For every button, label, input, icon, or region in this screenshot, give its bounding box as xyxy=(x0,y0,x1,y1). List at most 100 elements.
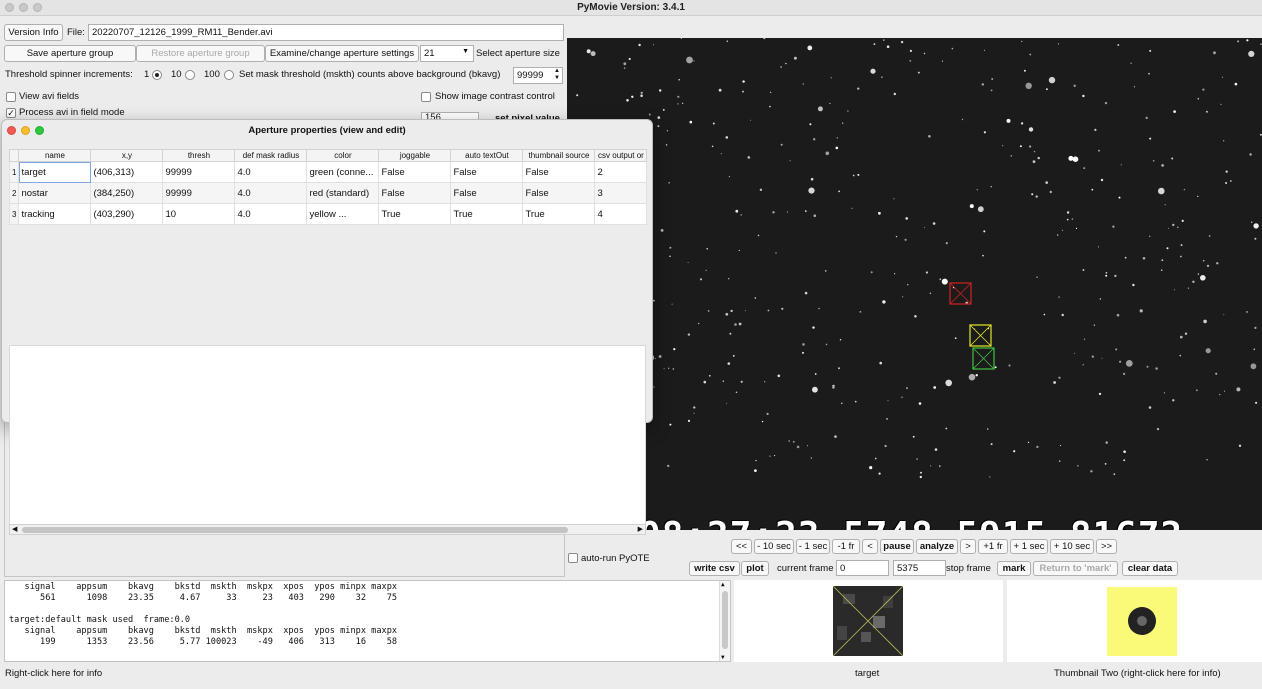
plot-button[interactable]: plot xyxy=(741,561,769,576)
table-row[interactable]: 2 nostar (384,250) 99999 4.0 red (standa… xyxy=(8,182,648,204)
cell-csv-output[interactable]: 3 xyxy=(594,182,648,204)
table-horizontal-scrollbar[interactable]: ◀ ▶ xyxy=(9,524,646,535)
mark-button[interactable]: mark xyxy=(997,561,1031,576)
clear-data-button[interactable]: clear data xyxy=(1122,561,1178,576)
column-header-name[interactable]: name xyxy=(18,149,92,162)
cell-xy[interactable]: (406,313) xyxy=(90,161,164,183)
aperture-box-nostar[interactable] xyxy=(949,282,972,305)
aperture-box-tracking[interactable] xyxy=(969,324,992,347)
increment-1-radio[interactable] xyxy=(152,70,162,80)
cell-joggable[interactable]: False xyxy=(378,161,452,183)
cell-mask-radius[interactable]: 4.0 xyxy=(234,161,308,183)
forward-10-sec-button[interactable]: + 10 sec xyxy=(1050,539,1094,554)
image-contrast-checkbox[interactable] xyxy=(421,92,431,102)
cell-joggable[interactable]: False xyxy=(378,182,452,204)
cell-auto-textout[interactable]: False xyxy=(450,161,524,183)
cell-thresh[interactable]: 10 xyxy=(162,203,236,225)
cell-thumbnail-source[interactable]: False xyxy=(522,182,596,204)
log-scrollbar[interactable]: ▲ ▼ xyxy=(719,581,730,661)
cell-csv-output[interactable]: 2 xyxy=(594,161,648,183)
cell-thresh[interactable]: 99999 xyxy=(162,161,236,183)
increment-10-radio[interactable] xyxy=(185,70,195,80)
cell-thumbnail-source[interactable]: True xyxy=(522,203,596,225)
restore-aperture-group-button[interactable]: Restore aperture group xyxy=(136,45,265,62)
cell-name[interactable]: target xyxy=(18,161,92,183)
examine-aperture-settings-button[interactable]: Examine/change aperture settings xyxy=(265,45,419,62)
cell-name[interactable]: tracking xyxy=(18,203,92,225)
rewind-start-button[interactable]: << xyxy=(731,539,752,554)
cell-thresh[interactable]: 99999 xyxy=(162,182,236,204)
cell-mask-radius[interactable]: 4.0 xyxy=(234,203,308,225)
analyze-button[interactable]: analyze xyxy=(916,539,958,554)
video-timestamp-overlay: F8 08:27:23 5748 5915 81672 xyxy=(571,515,1183,530)
column-header-mask-radius[interactable]: def mask radius xyxy=(234,149,308,162)
version-info-button[interactable]: Version Info xyxy=(4,24,63,41)
scroll-down-icon[interactable]: ▼ xyxy=(721,654,725,661)
row-number-header xyxy=(8,149,20,162)
scroll-left-icon[interactable]: ◀ xyxy=(12,525,17,533)
column-header-thresh[interactable]: thresh xyxy=(162,149,236,162)
step-forward-button[interactable]: > xyxy=(960,539,976,554)
app-title: PyMovie Version: 3.4.1 xyxy=(577,2,685,13)
cell-auto-textout[interactable]: False xyxy=(450,182,524,204)
cell-color[interactable]: yellow ... xyxy=(306,203,380,225)
aperture-size-select[interactable]: 21 ▼ xyxy=(420,45,474,62)
column-header-color[interactable]: color xyxy=(306,149,380,162)
cell-color[interactable]: red (standard) xyxy=(306,182,380,204)
chevron-down-icon: ▼ xyxy=(462,48,469,55)
cell-csv-output[interactable]: 4 xyxy=(594,203,648,225)
video-frame[interactable]: F8 08:27:23 5748 5915 81672 xyxy=(567,38,1262,530)
table-row[interactable]: 1 target (406,313) 99999 4.0 green (conn… xyxy=(8,161,648,183)
column-header-joggable[interactable]: joggable xyxy=(378,149,452,162)
thumbnail-one-panel[interactable] xyxy=(734,580,1003,662)
file-label: File: xyxy=(67,27,85,38)
cell-joggable[interactable]: True xyxy=(378,203,452,225)
cell-auto-textout[interactable]: True xyxy=(450,203,524,225)
auto-run-pyote-checkbox[interactable] xyxy=(568,553,578,563)
log-output-panel[interactable]: signal appsum bkavg bkstd mskth mskpx xp… xyxy=(4,580,731,662)
column-header-thumbnail-source[interactable]: thumbnail source xyxy=(522,149,596,162)
save-aperture-group-button[interactable]: Save aperture group xyxy=(4,45,136,62)
back-1-frame-button[interactable]: -1 fr xyxy=(832,539,860,554)
cell-name[interactable]: nostar xyxy=(18,182,92,204)
scroll-up-icon[interactable]: ▲ xyxy=(721,581,725,588)
cell-thumbnail-source[interactable]: False xyxy=(522,161,596,183)
file-name-field[interactable]: 20220707_12126_1999_RM11_Bender.avi xyxy=(88,24,564,41)
footer-info-label[interactable]: Right-click here for info xyxy=(5,668,102,679)
scroll-right-icon[interactable]: ▶ xyxy=(638,525,643,533)
log-scrollbar-thumb[interactable] xyxy=(722,591,728,649)
current-frame-field[interactable]: 0 xyxy=(836,560,889,576)
forward-1-frame-button[interactable]: +1 fr xyxy=(978,539,1008,554)
field-mode-checkbox[interactable]: ✓ xyxy=(6,108,16,118)
increment-100-radio[interactable] xyxy=(224,70,234,80)
cell-xy[interactable]: (384,250) xyxy=(90,182,164,204)
column-header-auto-textout[interactable]: auto textOut xyxy=(450,149,524,162)
auto-run-pyote-label: auto-run PyOTE xyxy=(581,553,650,564)
thumbnail-one-image xyxy=(833,586,903,656)
forward-end-button[interactable]: >> xyxy=(1096,539,1117,554)
dialog-title: Aperture properties (view and edit) xyxy=(248,125,406,136)
thumbnail-two-label[interactable]: Thumbnail Two (right-click here for info… xyxy=(1054,668,1221,679)
table-row[interactable]: 3 tracking (403,290) 10 4.0 yellow ... T… xyxy=(8,203,648,225)
write-csv-button[interactable]: write csv xyxy=(689,561,740,576)
return-to-mark-button[interactable]: Return to 'mark' xyxy=(1033,561,1118,576)
mask-threshold-spinner[interactable]: 99999 ▲ ▼ xyxy=(513,67,563,84)
row-number: 2 xyxy=(8,182,20,204)
back-1-sec-button[interactable]: - 1 sec xyxy=(796,539,830,554)
cell-color[interactable]: green (conne... xyxy=(306,161,380,183)
column-header-xy[interactable]: x,y xyxy=(90,149,164,162)
stop-frame-field[interactable]: 5375 xyxy=(893,560,946,576)
scrollbar-thumb[interactable] xyxy=(22,527,568,533)
increment-10-label: 10 xyxy=(171,69,182,80)
window-titlebar: PyMovie Version: 3.4.1 xyxy=(0,0,1262,16)
view-avi-fields-checkbox[interactable] xyxy=(6,92,16,102)
column-header-csv-output[interactable]: csv output or xyxy=(594,149,648,162)
cell-xy[interactable]: (403,290) xyxy=(90,203,164,225)
aperture-box-target[interactable] xyxy=(972,347,995,370)
thumbnail-two-panel[interactable] xyxy=(1007,580,1262,662)
cell-mask-radius[interactable]: 4.0 xyxy=(234,182,308,204)
back-10-sec-button[interactable]: - 10 sec xyxy=(754,539,794,554)
pause-button[interactable]: pause xyxy=(880,539,914,554)
step-back-button[interactable]: < xyxy=(862,539,878,554)
forward-1-sec-button[interactable]: + 1 sec xyxy=(1010,539,1048,554)
